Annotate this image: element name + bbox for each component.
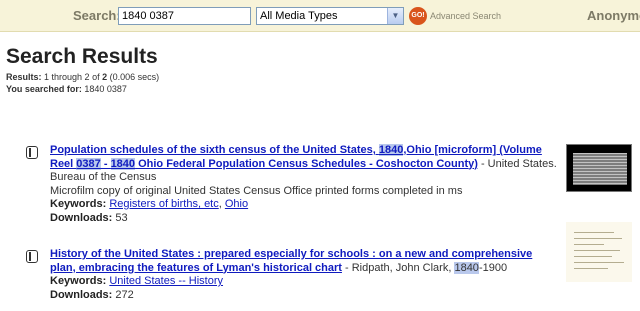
result-thumbnail[interactable] [566,222,632,282]
searched-value: 1840 0387 [84,84,127,94]
result-title-link[interactable]: Population schedules of the sixth census… [50,144,542,170]
keyword-link[interactable]: United States -- History [109,275,223,287]
results-count: Results: 1 through 2 of 2 (0.006 secs) [6,72,159,82]
text-media-icon [26,250,38,263]
result-body: History of the United States : prepared … [50,248,533,301]
go-button[interactable]: GO! [409,7,427,25]
downloads-label: Downloads: [50,288,113,301]
searched-for: You searched for: 1840 0387 [6,84,127,94]
media-type-value: All Media Types [260,10,338,22]
searched-label: You searched for: [6,84,82,94]
results-range: 1 through 2 of [44,72,100,82]
search-input[interactable] [118,7,251,25]
result-thumbnail[interactable] [566,144,632,192]
media-type-select[interactable]: All Media Types ▼ [256,7,404,25]
result-description: Microfilm copy of original United States… [50,184,463,197]
advanced-search-link[interactable]: Advanced Search [430,11,501,21]
text-media-icon [26,146,38,159]
chevron-down-icon[interactable]: ▼ [387,8,403,24]
downloads-count: 272 [115,288,134,301]
results-total: 2 [102,72,108,82]
keyword-link[interactable]: Registers of births, etc [109,198,218,210]
result-body: Population schedules of the sixth census… [50,144,557,224]
results-label: Results: [6,72,42,82]
keyword-link[interactable]: Ohio [225,198,248,210]
downloads-label: Downloads: [50,211,113,224]
search-bar: Search: All Media Types ▼ GO! Advanced S… [0,0,640,32]
user-name[interactable]: Anonymous [587,8,640,23]
search-label: Search: [73,8,121,23]
keywords-label: Keywords: [50,198,107,210]
downloads-count: 53 [115,211,128,224]
page-title: Search Results [6,45,158,68]
results-time: (0.006 secs) [109,72,160,82]
keywords-label: Keywords: [50,275,107,287]
